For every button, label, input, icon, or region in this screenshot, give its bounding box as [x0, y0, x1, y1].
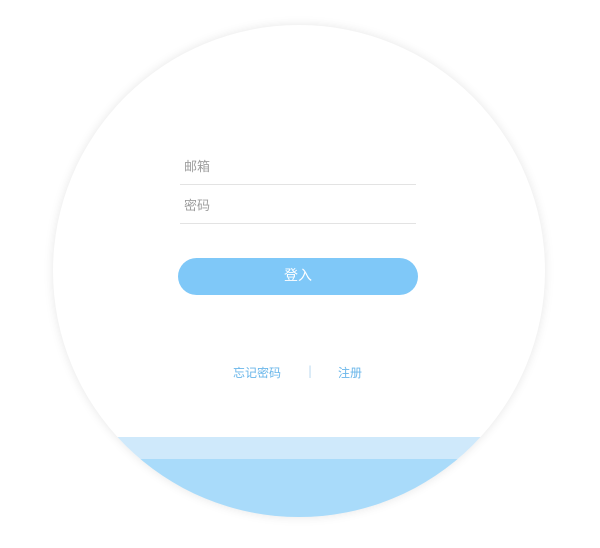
login-page: 登入 忘记密码 | 注册 [0, 0, 600, 548]
login-card: 登入 忘记密码 | 注册 [53, 25, 545, 517]
wave-decoration [53, 459, 545, 517]
forgot-password-link[interactable]: 忘记密码 [233, 364, 281, 381]
register-link[interactable]: 注册 [338, 364, 362, 381]
password-input[interactable] [180, 190, 416, 223]
password-field [180, 190, 416, 224]
email-input[interactable] [180, 151, 416, 184]
auth-links: 忘记密码 | 注册 [53, 364, 545, 384]
email-field [180, 151, 416, 185]
link-separator: | [308, 364, 313, 378]
login-button[interactable]: 登入 [178, 258, 418, 295]
